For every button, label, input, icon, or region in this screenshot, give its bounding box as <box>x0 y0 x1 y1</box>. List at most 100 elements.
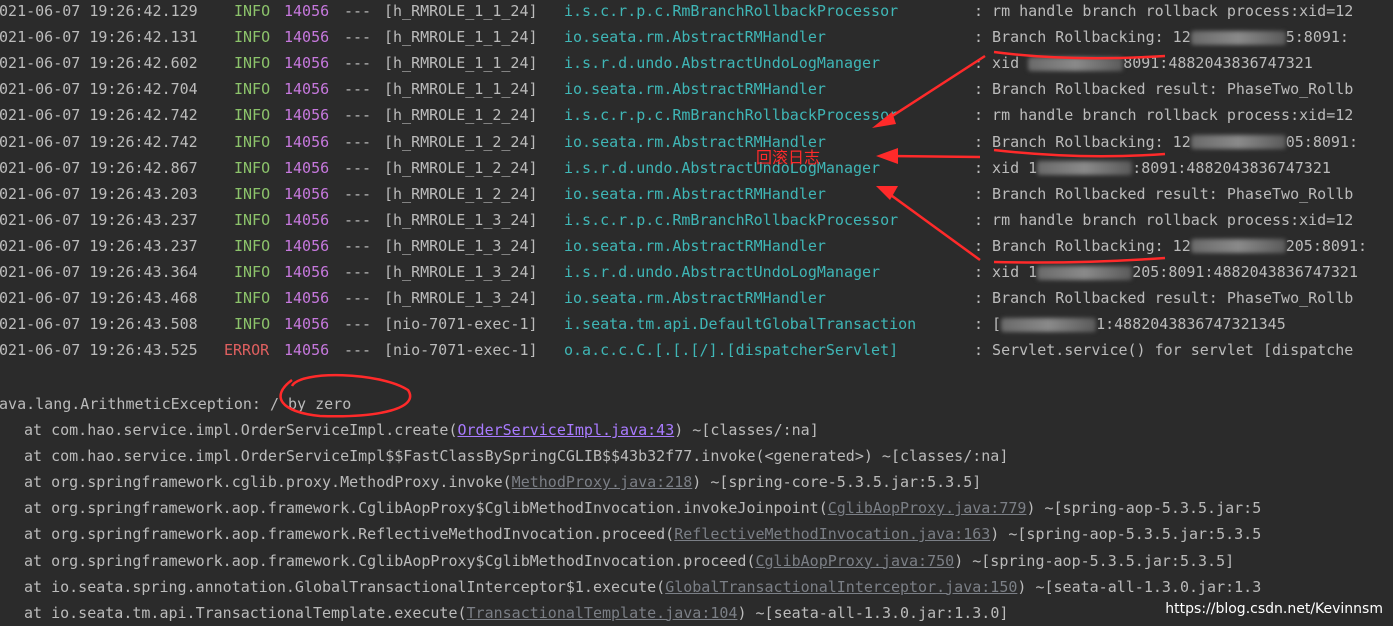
log-level: INFO <box>234 158 271 177</box>
log-separator: --- <box>344 132 372 151</box>
stack-frame: at org.springframework.aop.framework.Cgl… <box>24 499 1262 518</box>
log-separator: --- <box>344 315 372 334</box>
log-level: INFO <box>234 236 271 255</box>
log-pid: 14056 <box>284 158 330 177</box>
log-thread: [h_RMROLE_1_2_24] <box>384 106 538 125</box>
log-logger: i.seata.tm.api.DefaultGlobalTransaction <box>564 315 917 334</box>
log-message: : [1:4882043836747321345 <box>974 315 1286 334</box>
redacted-blur <box>1028 56 1124 71</box>
log-message: : Servlet.service() for servlet [dispatc… <box>974 341 1354 360</box>
annotation-arrow-2 <box>883 154 981 159</box>
redacted-blur <box>1037 265 1133 280</box>
log-logger: io.seata.rm.AbstractRMHandler <box>564 289 826 308</box>
log-timestamp: 2021-06-07 19:26:42.129 <box>0 2 198 20</box>
source-link[interactable]: CglibAopProxy.java:779 <box>828 499 1027 517</box>
log-message: : xid 1 205:8091:4882043836747321 <box>974 263 1358 281</box>
log-logger: o.a.c.c.C.[.[.[/].[dispatcherServlet] <box>564 341 899 360</box>
log-message: : Branch Rollbacking: 12 5:8091: <box>974 28 1349 47</box>
exception-line: java.lang.ArithmeticException: / by zero <box>0 395 352 413</box>
stack-frame: at com.hao.service.impl.OrderServiceImpl… <box>24 447 1009 466</box>
log-thread: [h_RMROLE_1_2_24] <box>384 184 538 203</box>
log-pid: 14056 <box>284 132 330 151</box>
log-timestamp: 2021-06-07 19:26:42.742 <box>0 106 198 125</box>
stack-frame: at io.seata.spring.annotation.GlobalTran… <box>24 577 1262 596</box>
log-logger: i.s.c.r.p.c.RmBranchRollbackProcessor <box>564 210 899 229</box>
source-link[interactable]: OrderServiceImpl.java:43 <box>457 421 674 439</box>
log-level: INFO <box>234 106 271 125</box>
log-pid: 14056 <box>284 236 330 255</box>
log-pid: 14056 <box>284 28 330 47</box>
log-timestamp: 2021-06-07 19:26:42.131 <box>0 28 198 47</box>
log-separator: --- <box>344 263 372 281</box>
log-message: : Branch Rollbacked result: PhaseTwo_Rol… <box>974 289 1354 308</box>
log-message: : Branch Rollbacked result: PhaseTwo_Rol… <box>974 80 1354 99</box>
log-thread: [h_RMROLE_1_1_24] <box>384 54 538 73</box>
stack-frame: at com.hao.service.impl.OrderServiceImpl… <box>24 421 819 439</box>
log-pid: 14056 <box>284 315 330 334</box>
log-pid: 14056 <box>284 341 330 360</box>
log-message: : Branch Rollbacking: 12 205:8091: <box>974 236 1368 255</box>
log-thread: [nio-7071-exec-1] <box>384 341 538 360</box>
log-thread: [h_RMROLE_1_3_24] <box>384 263 538 281</box>
source-link[interactable]: ReflectiveMethodInvocation.java:163 <box>674 525 990 543</box>
redacted-blur <box>1037 161 1133 176</box>
log-separator: --- <box>344 158 372 177</box>
log-message: : xid 8091:4882043836747321 <box>974 54 1313 73</box>
log-logger: i.s.r.d.undo.AbstractUndoLogManager <box>564 158 881 177</box>
source-link[interactable]: CglibAopProxy.java:750 <box>756 552 955 570</box>
log-timestamp: 2021-06-07 19:26:42.742 <box>0 132 198 151</box>
source-link[interactable]: GlobalTransactionalInterceptor.java:150 <box>665 578 1017 596</box>
log-message: : Branch Rollbacked result: PhaseTwo_Rol… <box>974 184 1354 203</box>
log-timestamp: 2021-06-07 19:26:42.602 <box>0 54 198 73</box>
log-timestamp: 2021-06-07 19:26:43.237 <box>0 210 198 229</box>
log-thread: [h_RMROLE_1_2_24] <box>384 132 538 151</box>
log-timestamp: 2021-06-07 19:26:43.525 <box>0 341 198 360</box>
log-separator: --- <box>344 2 372 20</box>
log-level: INFO <box>234 263 271 281</box>
log-thread: [h_RMROLE_1_3_24] <box>384 210 538 229</box>
log-timestamp: 2021-06-07 19:26:43.203 <box>0 184 198 203</box>
log-level: INFO <box>234 315 271 334</box>
log-timestamp: 2021-06-07 19:26:42.867 <box>0 158 198 177</box>
log-logger: i.s.c.r.p.c.RmBranchRollbackProcessor <box>564 2 899 20</box>
log-separator: --- <box>344 80 372 99</box>
annotation-label: 回滚日志 <box>756 148 821 167</box>
log-separator: --- <box>344 184 372 203</box>
log-separator: --- <box>344 28 372 47</box>
log-level: INFO <box>234 80 271 99</box>
redacted-blur <box>1190 135 1286 149</box>
log-logger: io.seata.rm.AbstractRMHandler <box>564 184 826 203</box>
redacted-blur <box>1190 239 1286 254</box>
source-link[interactable]: MethodProxy.java:218 <box>512 473 693 491</box>
log-thread: [h_RMROLE_1_2_24] <box>384 158 538 177</box>
log-thread: [h_RMROLE_1_1_24] <box>384 28 538 47</box>
log-timestamp: 2021-06-07 19:26:43.468 <box>0 289 198 308</box>
log-logger: i.s.c.r.p.c.RmBranchRollbackProcessor <box>564 106 899 125</box>
redacted-blur <box>1001 317 1097 332</box>
log-separator: --- <box>344 341 372 360</box>
source-link[interactable]: TransactionalTemplate.java:104 <box>467 604 738 622</box>
log-message: : rm handle branch rollback process:xid=… <box>974 210 1354 229</box>
log-logger: i.s.r.d.undo.AbstractUndoLogManager <box>564 263 881 281</box>
log-level: INFO <box>234 210 271 229</box>
log-level: INFO <box>234 54 271 73</box>
log-separator: --- <box>344 54 372 73</box>
log-message: : rm handle branch rollback process:xid=… <box>974 2 1354 20</box>
log-timestamp: 2021-06-07 19:26:42.704 <box>0 80 198 99</box>
log-pid: 14056 <box>284 80 330 99</box>
log-level: INFO <box>234 2 271 20</box>
log-pid: 14056 <box>284 184 330 203</box>
stack-frame: at org.springframework.cglib.proxy.Metho… <box>24 473 982 492</box>
log-level: INFO <box>234 184 271 203</box>
stack-frame: at org.springframework.aop.framework.Ref… <box>24 525 1262 544</box>
log-logger: io.seata.rm.AbstractRMHandler <box>564 80 826 99</box>
log-separator: --- <box>344 236 372 255</box>
log-timestamp: 2021-06-07 19:26:43.364 <box>0 263 198 281</box>
log-pid: 14056 <box>284 289 330 308</box>
log-message: : xid 1:8091:4882043836747321 <box>974 158 1331 177</box>
log-pid: 14056 <box>284 106 330 125</box>
log-timestamp: 2021-06-07 19:26:43.237 <box>0 236 198 255</box>
stack-frame: at io.seata.tm.api.TransactionalTemplate… <box>24 603 1009 622</box>
redacted-blur <box>1190 30 1286 45</box>
watermark: https://blog.csdn.net/Kevinnsm <box>1165 601 1383 617</box>
